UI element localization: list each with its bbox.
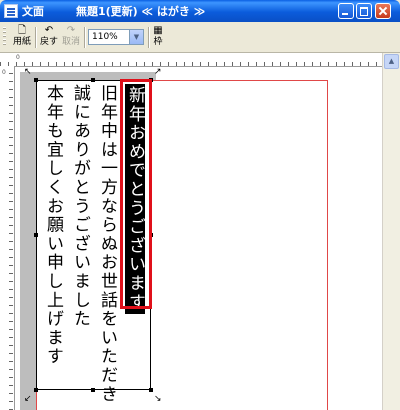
maximize-button[interactable] <box>356 3 372 19</box>
frame-label: 枠 <box>153 37 163 47</box>
rotate-handle-icon[interactable]: ↙ <box>24 395 32 404</box>
cancel-label: 取消 <box>61 37 80 47</box>
resize-handle[interactable] <box>91 388 95 392</box>
vertical-scrollbar[interactable]: ▲ <box>382 53 400 410</box>
page-shadow <box>20 72 36 410</box>
resize-handle[interactable] <box>34 233 38 237</box>
text-line[interactable]: 旧年中は一方ならぬお世話をいただき <box>97 84 117 404</box>
scroll-up-icon[interactable]: ▲ <box>384 54 399 69</box>
redo-icon: ↷ <box>66 25 76 36</box>
toolbar-separator <box>84 27 85 48</box>
rotate-handle-icon[interactable]: ↗ <box>154 68 162 77</box>
cancel-button[interactable]: ↷ 取消 <box>60 25 82 50</box>
chevron-down-icon[interactable]: ▼ <box>129 30 143 44</box>
document-title: 無題1(更新) ≪ はがき ≫ <box>76 5 206 18</box>
undo-icon: ↶ <box>44 25 54 36</box>
toolbar: 🗋 用紙 ↶ 戻す ↷ 取消 ▦ 枠 <box>0 22 400 53</box>
undo-label: 戻す <box>39 37 58 47</box>
paper-icon: 🗋 <box>17 25 27 36</box>
document-icon <box>4 4 18 18</box>
zoom-select[interactable]: 110% ▼ <box>88 29 144 45</box>
minimize-button[interactable] <box>338 3 354 19</box>
frame-button[interactable]: ▦ 枠 <box>150 25 166 50</box>
resize-handle[interactable] <box>149 388 153 392</box>
text-line[interactable]: 誠にありがとうございました <box>70 84 90 328</box>
resize-handle[interactable] <box>34 78 38 82</box>
title-bar: 文面 無題1(更新) ≪ はがき ≫ <box>0 0 400 22</box>
toolbar-separator <box>148 27 149 48</box>
frame-icon: ▦ <box>153 25 163 36</box>
window-title: 文面 <box>22 5 44 18</box>
zoom-value: 110% <box>92 32 118 42</box>
rotate-handle-icon[interactable]: ↘ <box>154 395 162 404</box>
undo-button[interactable]: ↶ 戻す <box>38 25 60 50</box>
close-button[interactable] <box>375 3 391 19</box>
rotate-handle-icon[interactable]: ↖ <box>24 68 32 77</box>
highlight-box <box>120 79 152 309</box>
paper-button[interactable]: 🗋 用紙 <box>10 25 34 50</box>
text-line[interactable]: 本年も宜しくお願い申し上げます <box>43 84 63 366</box>
paper-label: 用紙 <box>12 37 31 47</box>
resize-handle[interactable] <box>91 78 95 82</box>
resize-handle[interactable] <box>34 388 38 392</box>
toolbar-separator <box>35 27 36 48</box>
vertical-ruler: 0 <box>0 66 15 410</box>
toolbar-grip[interactable] <box>3 27 6 47</box>
ruler-number: 0 <box>16 54 20 61</box>
horizontal-ruler: 0 <box>0 53 382 67</box>
ruler-number: 0 <box>2 69 6 76</box>
